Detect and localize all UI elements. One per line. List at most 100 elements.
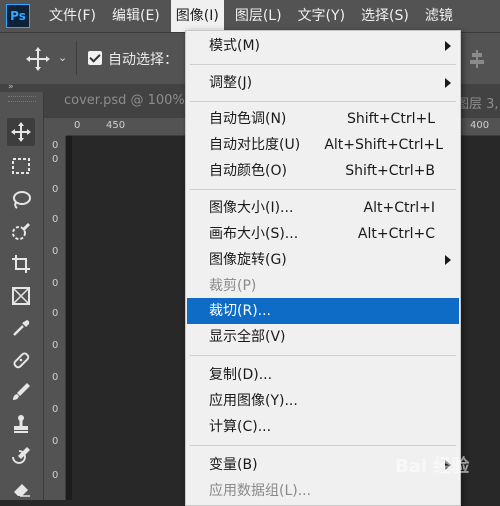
- frame-icon: [12, 287, 30, 305]
- auto-select-checkbox[interactable]: [88, 51, 102, 65]
- move-icon: [11, 122, 31, 142]
- canvas-edge: [66, 136, 72, 500]
- crop-icon: [12, 255, 30, 273]
- watermark: Bai 经验: [395, 456, 470, 477]
- ruler-tick-label: 0: [52, 184, 59, 195]
- menu-item-label: 调整(J): [209, 75, 253, 91]
- tool-frame[interactable]: [7, 282, 35, 310]
- chevron-down-icon[interactable]: ⌄: [58, 51, 67, 64]
- menu-edit[interactable]: 编辑(E): [107, 0, 165, 32]
- menu-item-shortcut: Alt+Shift+Ctrl+L: [324, 137, 443, 153]
- menu-item-label: 计算(C)...: [209, 419, 272, 435]
- tools-panel: [0, 92, 44, 500]
- tool-quick-selection[interactable]: [7, 218, 35, 246]
- menu-item-shortcut: Shift+Ctrl+L: [347, 111, 435, 127]
- menu-item-duplicate[interactable]: 复制(D)...: [187, 362, 459, 388]
- document-tab-layer-info[interactable]: 图层 3,: [456, 93, 499, 112]
- menu-item-label: 显示全部(V): [209, 329, 286, 345]
- submenu-arrow-icon: [445, 78, 451, 88]
- ruler-tick-label: 450: [106, 120, 126, 131]
- collapse-chevron-icon[interactable]: »: [8, 82, 14, 92]
- menu-item-apply-image[interactable]: 应用图像(Y)...: [187, 388, 459, 414]
- menu-item-label: 应用图像(Y)...: [209, 393, 298, 409]
- rectangular-marquee-icon: [12, 158, 30, 174]
- ruler-tick-label: 0: [52, 404, 59, 415]
- move-tool-icon[interactable]: [24, 45, 52, 73]
- menu-separator: [190, 445, 456, 446]
- tool-marquee[interactable]: [7, 152, 35, 180]
- panel-grip[interactable]: [8, 96, 36, 102]
- tool-healing-brush[interactable]: [7, 346, 35, 374]
- ruler-corner: [44, 118, 66, 136]
- menu-item-auto-tone[interactable]: 自动色调(N) Shift+Ctrl+L: [187, 106, 459, 132]
- ruler-tick-label: 0: [74, 120, 81, 131]
- menu-item-mode[interactable]: 模式(M): [187, 33, 459, 59]
- history-brush-icon: [12, 447, 30, 464]
- menu-type[interactable]: 文字(Y): [293, 0, 350, 32]
- menu-item-label: 变量(B): [209, 457, 258, 473]
- menu-file[interactable]: 文件(F): [44, 0, 101, 32]
- menu-item-canvas-size[interactable]: 画布大小(S)... Alt+Ctrl+C: [187, 221, 459, 247]
- menu-image[interactable]: 图像(I): [170, 0, 224, 32]
- tool-move[interactable]: [7, 118, 35, 146]
- tool-crop[interactable]: [7, 250, 35, 278]
- ruler-tick-label: 0: [52, 214, 59, 225]
- tool-eraser[interactable]: [7, 474, 35, 502]
- menu-item-auto-contrast[interactable]: 自动对比度(U) Alt+Shift+Ctrl+L: [187, 132, 459, 158]
- menu-item-label: 图像旋转(G): [209, 252, 287, 268]
- eraser-icon: [14, 484, 30, 497]
- tool-clone-stamp[interactable]: [7, 410, 35, 438]
- menu-item-label: 应用数据组(L)...: [209, 483, 312, 499]
- ruler-tick-label: 0: [52, 308, 59, 319]
- quick-selection-icon: [12, 222, 31, 240]
- brush-icon: [13, 383, 30, 400]
- menu-layer[interactable]: 图层(L): [230, 0, 287, 32]
- menu-item-auto-color[interactable]: 自动颜色(O) Shift+Ctrl+B: [187, 158, 459, 184]
- tool-history-brush[interactable]: [7, 442, 35, 470]
- ruler-tick-label: 0: [52, 140, 59, 151]
- menu-item-apply-data-set[interactable]: 应用数据组(L)...: [187, 478, 459, 504]
- menu-separator: [190, 101, 456, 102]
- tool-brush[interactable]: [7, 378, 35, 406]
- ruler-tick-label: 0: [52, 246, 59, 257]
- lasso-icon: [13, 191, 31, 209]
- ruler-tick-label: 0: [52, 372, 59, 383]
- menu-item-label: 模式(M): [209, 38, 261, 54]
- menu-item-label: 图像大小(I)...: [209, 200, 294, 216]
- document-tab[interactable]: cover.psd @ 100%: [64, 93, 185, 108]
- image-menu-dropdown: 模式(M) 调整(J) 自动色调(N) Shift+Ctrl+L 自动对比度(U…: [185, 30, 461, 506]
- submenu-arrow-icon: [445, 41, 451, 51]
- bandage-icon: [13, 352, 30, 369]
- menu-select[interactable]: 选择(S): [356, 0, 414, 32]
- menu-item-image-size[interactable]: 图像大小(I)... Alt+Ctrl+I: [187, 195, 459, 221]
- stamp-icon: [14, 415, 28, 433]
- ruler-tick-label: 0: [52, 278, 59, 289]
- menu-item-label: 裁切(R)...: [209, 303, 272, 319]
- eyedropper-icon: [13, 320, 30, 336]
- align-icon[interactable]: [470, 50, 484, 68]
- ruler-tick-label: 0: [52, 470, 59, 481]
- menu-filter[interactable]: 滤镜: [420, 0, 458, 32]
- tool-eyedropper[interactable]: [7, 314, 35, 342]
- menu-item-image-rotation[interactable]: 图像旋转(G): [187, 247, 459, 273]
- photoshop-logo[interactable]: Ps: [6, 4, 30, 28]
- ruler-tick-label: 400: [470, 120, 490, 131]
- submenu-arrow-icon: [445, 255, 451, 265]
- menu-item-label: 自动颜色(O): [209, 163, 287, 179]
- vertical-ruler: 0 0 0 0 0 0 0 0 0 0 0 0: [44, 136, 66, 500]
- ruler-tick-label: 0: [52, 436, 59, 447]
- menu-separator: [190, 355, 456, 356]
- menu-item-reveal-all[interactable]: 显示全部(V): [187, 324, 459, 350]
- menu-item-label: 复制(D)...: [209, 367, 273, 383]
- ruler-tick-label: 0: [52, 340, 59, 351]
- menu-item-trim[interactable]: 裁切(R)...: [187, 298, 459, 324]
- menu-bar: Ps 文件(F) 编辑(E) 图像(I) 图层(L) 文字(Y) 选择(S) 滤…: [0, 0, 500, 32]
- menu-item-adjustments[interactable]: 调整(J): [187, 70, 459, 96]
- tool-lasso[interactable]: [7, 186, 35, 214]
- menu-item-label: 自动色调(N): [209, 111, 287, 127]
- menu-item-crop[interactable]: 裁剪(P): [187, 273, 459, 299]
- menu-separator: [190, 189, 456, 190]
- menu-item-calculations[interactable]: 计算(C)...: [187, 414, 459, 440]
- menu-separator: [190, 64, 456, 65]
- menu-item-label: 自动对比度(U): [209, 137, 301, 153]
